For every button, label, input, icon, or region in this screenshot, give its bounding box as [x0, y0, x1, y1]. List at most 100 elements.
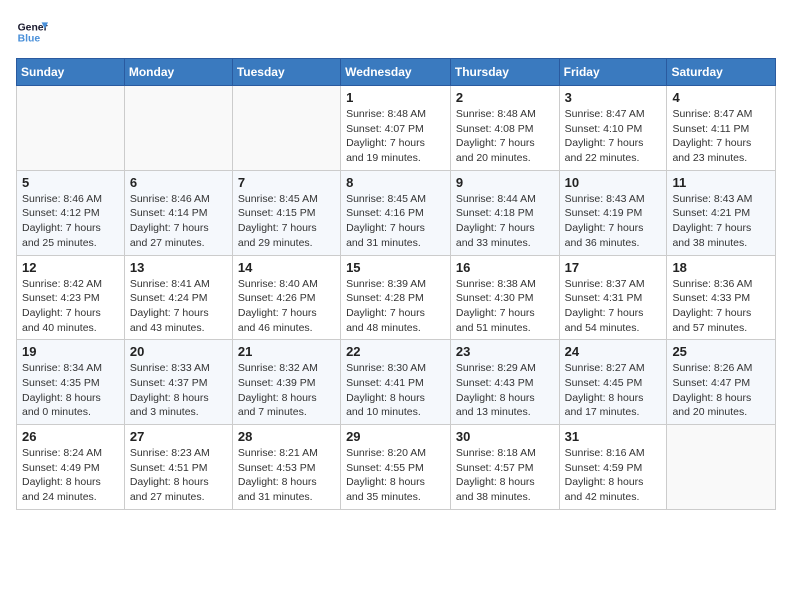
calendar-cell: 31 Sunrise: 8:16 AM Sunset: 4:59 PM Dayli…: [559, 425, 667, 510]
day-number: 30: [456, 429, 554, 444]
day-number: 23: [456, 344, 554, 359]
calendar-cell: 7Sunrise: 8:45 AM Sunset: 4:15 PM Daylig…: [232, 170, 340, 255]
calendar-cell: 11Sunrise: 8:43 AM Sunset: 4:21 PM Dayli…: [667, 170, 776, 255]
day-info: Sunrise: 8:29 AM Sunset: 4:43 PM Dayligh…: [456, 361, 554, 420]
day-number: 10: [565, 175, 662, 190]
calendar-body: 1Sunrise: 8:48 AM Sunset: 4:07 PM Daylig…: [17, 86, 776, 510]
day-info: Sunrise: 8:23 AM Sunset: 4:51 PM Dayligh…: [130, 446, 227, 505]
day-number: 13: [130, 260, 227, 275]
day-info: Sunrise: 8:48 AM Sunset: 4:08 PM Dayligh…: [456, 107, 554, 166]
day-info: Sunrise: 8:24 AM Sunset: 4:49 PM Dayligh…: [22, 446, 119, 505]
day-info: Sunrise: 8:46 AM Sunset: 4:14 PM Dayligh…: [130, 192, 227, 251]
calendar-cell: 8 Sunrise: 8:45 AM Sunset: 4:16 PM Daylig…: [341, 170, 451, 255]
day-info: Sunrise: 8:26 AM Sunset: 4:47 PM Dayligh…: [672, 361, 770, 420]
calendar-cell: 22 Sunrise: 8:30 AM Sunset: 4:41 PM Dayli…: [341, 340, 451, 425]
calendar-cell: 9 Sunrise: 8:44 AM Sunset: 4:18 PM Daylig…: [450, 170, 559, 255]
day-info: Sunrise: 8:16 AM Sunset: 4:59 PM Dayligh…: [565, 446, 662, 505]
calendar-week-row: 12 Sunrise: 8:42 AM Sunset: 4:23 PM Dayli…: [17, 255, 776, 340]
calendar-cell: 28 Sunrise: 8:21 AM Sunset: 4:53 PM Dayli…: [232, 425, 340, 510]
day-number: 21: [238, 344, 335, 359]
logo-icon: General Blue: [16, 16, 48, 48]
day-number: 12: [22, 260, 119, 275]
day-info: Sunrise: 8:46 AM Sunset: 4:12 PM Dayligh…: [22, 192, 119, 251]
calendar-cell: 29 Sunrise: 8:20 AM Sunset: 4:55 PM Dayli…: [341, 425, 451, 510]
calendar-header: SundayMondayTuesdayWednesdayThursdayFrid…: [17, 59, 776, 86]
calendar-cell: 13 Sunrise: 8:41 AM Sunset: 4:24 PM Dayli…: [124, 255, 232, 340]
day-info: Sunrise: 8:27 AM Sunset: 4:45 PM Dayligh…: [565, 361, 662, 420]
day-info: Sunrise: 8:44 AM Sunset: 4:18 PM Dayligh…: [456, 192, 554, 251]
weekday-header: Monday: [124, 59, 232, 86]
day-number: 1: [346, 90, 445, 105]
calendar-cell: [232, 86, 340, 171]
day-info: Sunrise: 8:36 AM Sunset: 4:33 PM Dayligh…: [672, 277, 770, 336]
day-info: Sunrise: 8:33 AM Sunset: 4:37 PM Dayligh…: [130, 361, 227, 420]
day-info: Sunrise: 8:40 AM Sunset: 4:26 PM Dayligh…: [238, 277, 335, 336]
calendar-cell: 27Sunrise: 8:23 AM Sunset: 4:51 PM Dayli…: [124, 425, 232, 510]
weekday-header: Thursday: [450, 59, 559, 86]
day-info: Sunrise: 8:38 AM Sunset: 4:30 PM Dayligh…: [456, 277, 554, 336]
calendar-cell: 21 Sunrise: 8:32 AM Sunset: 4:39 PM Dayli…: [232, 340, 340, 425]
day-info: Sunrise: 8:47 AM Sunset: 4:11 PM Dayligh…: [672, 107, 770, 166]
weekday-header: Wednesday: [341, 59, 451, 86]
calendar-week-row: 5 Sunrise: 8:46 AM Sunset: 4:12 PM Daylig…: [17, 170, 776, 255]
calendar-cell: 26 Sunrise: 8:24 AM Sunset: 4:49 PM Dayli…: [17, 425, 125, 510]
day-number: 3: [565, 90, 662, 105]
calendar-cell: 17 Sunrise: 8:37 AM Sunset: 4:31 PM Dayli…: [559, 255, 667, 340]
day-info: Sunrise: 8:47 AM Sunset: 4:10 PM Dayligh…: [565, 107, 662, 166]
calendar-cell: 25Sunrise: 8:26 AM Sunset: 4:47 PM Dayli…: [667, 340, 776, 425]
day-info: Sunrise: 8:21 AM Sunset: 4:53 PM Dayligh…: [238, 446, 335, 505]
day-info: Sunrise: 8:41 AM Sunset: 4:24 PM Dayligh…: [130, 277, 227, 336]
calendar-cell: 19 Sunrise: 8:34 AM Sunset: 4:35 PM Dayli…: [17, 340, 125, 425]
calendar-cell: 2Sunrise: 8:48 AM Sunset: 4:08 PM Daylig…: [450, 86, 559, 171]
day-info: Sunrise: 8:20 AM Sunset: 4:55 PM Dayligh…: [346, 446, 445, 505]
day-number: 15: [346, 260, 445, 275]
day-number: 16: [456, 260, 554, 275]
weekday-header: Friday: [559, 59, 667, 86]
day-info: Sunrise: 8:30 AM Sunset: 4:41 PM Dayligh…: [346, 361, 445, 420]
svg-text:Blue: Blue: [18, 34, 41, 45]
day-number: 6: [130, 175, 227, 190]
calendar-cell: 30 Sunrise: 8:18 AM Sunset: 4:57 PM Dayli…: [450, 425, 559, 510]
day-number: 22: [346, 344, 445, 359]
calendar-cell: 4 Sunrise: 8:47 AM Sunset: 4:11 PM Daylig…: [667, 86, 776, 171]
day-info: Sunrise: 8:34 AM Sunset: 4:35 PM Dayligh…: [22, 361, 119, 420]
calendar-cell: 1Sunrise: 8:48 AM Sunset: 4:07 PM Daylig…: [341, 86, 451, 171]
day-number: 8: [346, 175, 445, 190]
weekday-header: Sunday: [17, 59, 125, 86]
day-number: 18: [672, 260, 770, 275]
logo: General Blue: [16, 16, 48, 48]
calendar-cell: [124, 86, 232, 171]
day-number: 31: [565, 429, 662, 444]
day-info: Sunrise: 8:18 AM Sunset: 4:57 PM Dayligh…: [456, 446, 554, 505]
calendar-cell: 5 Sunrise: 8:46 AM Sunset: 4:12 PM Daylig…: [17, 170, 125, 255]
calendar-cell: [17, 86, 125, 171]
day-number: 17: [565, 260, 662, 275]
calendar-cell: 15Sunrise: 8:39 AM Sunset: 4:28 PM Dayli…: [341, 255, 451, 340]
day-info: Sunrise: 8:42 AM Sunset: 4:23 PM Dayligh…: [22, 277, 119, 336]
day-number: 19: [22, 344, 119, 359]
calendar-cell: 18 Sunrise: 8:36 AM Sunset: 4:33 PM Dayli…: [667, 255, 776, 340]
day-number: 14: [238, 260, 335, 275]
day-info: Sunrise: 8:43 AM Sunset: 4:21 PM Dayligh…: [672, 192, 770, 251]
day-number: 26: [22, 429, 119, 444]
day-info: Sunrise: 8:32 AM Sunset: 4:39 PM Dayligh…: [238, 361, 335, 420]
calendar-cell: 12 Sunrise: 8:42 AM Sunset: 4:23 PM Dayli…: [17, 255, 125, 340]
calendar-table: SundayMondayTuesdayWednesdayThursdayFrid…: [16, 58, 776, 510]
calendar-cell: 14 Sunrise: 8:40 AM Sunset: 4:26 PM Dayli…: [232, 255, 340, 340]
calendar-cell: 10 Sunrise: 8:43 AM Sunset: 4:19 PM Dayli…: [559, 170, 667, 255]
calendar-cell: 24Sunrise: 8:27 AM Sunset: 4:45 PM Dayli…: [559, 340, 667, 425]
day-number: 9: [456, 175, 554, 190]
day-number: 29: [346, 429, 445, 444]
day-info: Sunrise: 8:37 AM Sunset: 4:31 PM Dayligh…: [565, 277, 662, 336]
weekday-header: Tuesday: [232, 59, 340, 86]
day-info: Sunrise: 8:45 AM Sunset: 4:16 PM Dayligh…: [346, 192, 445, 251]
day-number: 5: [22, 175, 119, 190]
calendar-cell: 6 Sunrise: 8:46 AM Sunset: 4:14 PM Daylig…: [124, 170, 232, 255]
day-number: 4: [672, 90, 770, 105]
calendar-cell: 16 Sunrise: 8:38 AM Sunset: 4:30 PM Dayli…: [450, 255, 559, 340]
day-info: Sunrise: 8:43 AM Sunset: 4:19 PM Dayligh…: [565, 192, 662, 251]
day-number: 28: [238, 429, 335, 444]
calendar-cell: 20Sunrise: 8:33 AM Sunset: 4:37 PM Dayli…: [124, 340, 232, 425]
calendar-cell: 3 Sunrise: 8:47 AM Sunset: 4:10 PM Daylig…: [559, 86, 667, 171]
weekday-header: Saturday: [667, 59, 776, 86]
